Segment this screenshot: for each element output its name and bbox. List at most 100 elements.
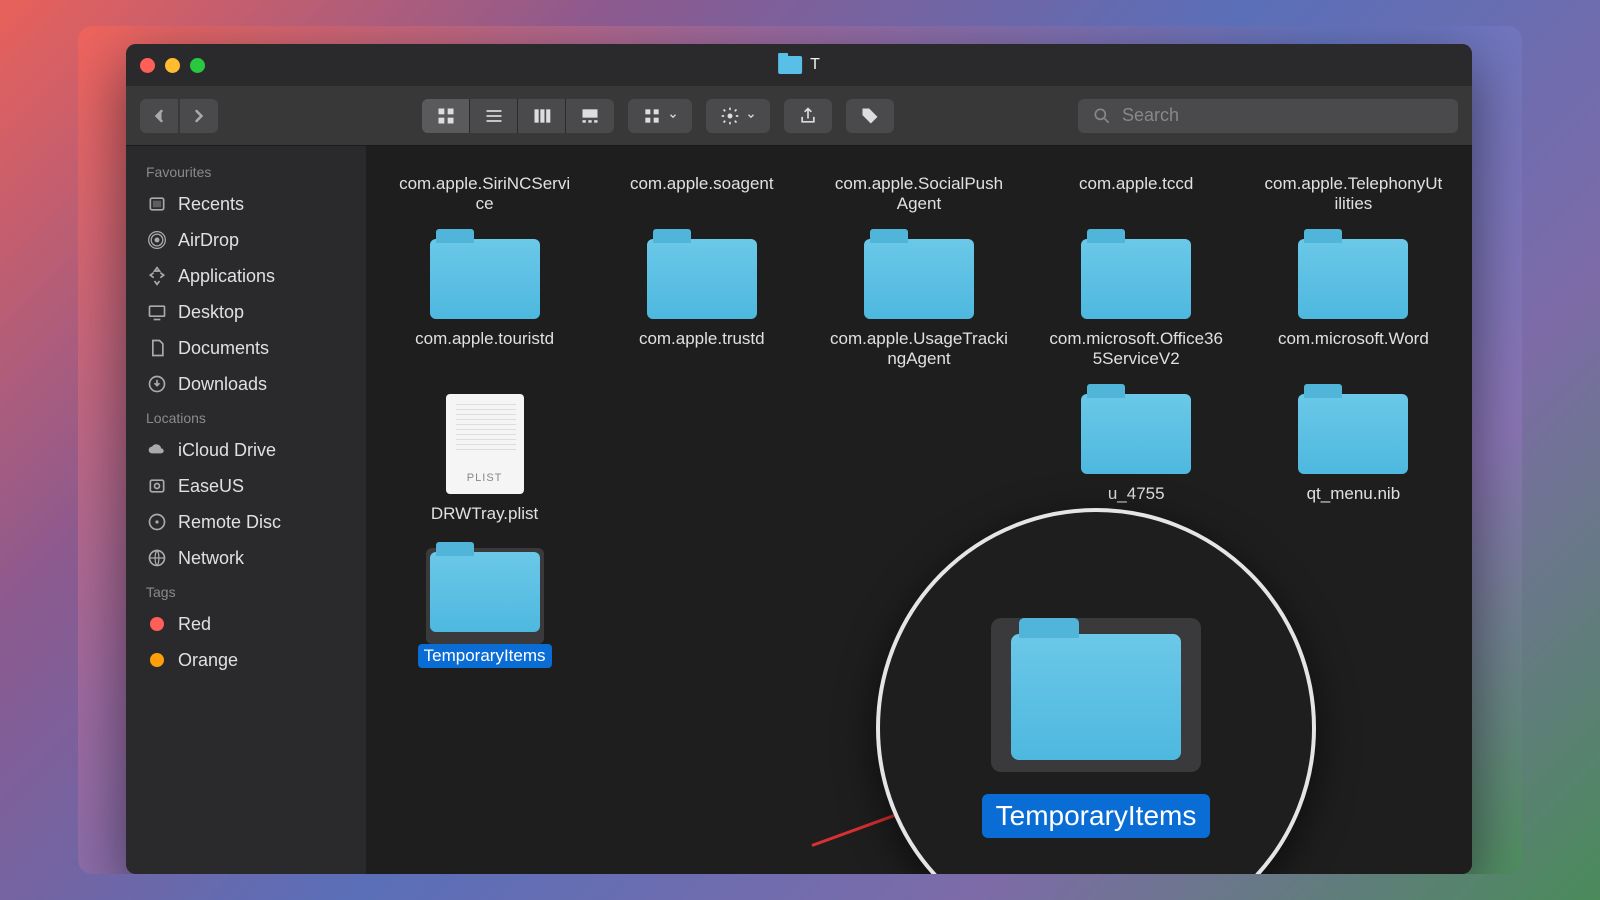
columns-icon <box>532 106 552 126</box>
list-icon <box>484 106 504 126</box>
file-label: com.apple.tccd <box>1073 172 1199 196</box>
sidebar-item-tag-red[interactable]: Red <box>126 606 366 642</box>
clock-icon <box>146 193 168 215</box>
sidebar-item-applications[interactable]: Applications <box>126 258 366 294</box>
file-item[interactable]: com.apple.soagent <box>597 166 806 223</box>
file-item[interactable]: com.apple.touristd <box>380 233 589 378</box>
folder-icon <box>778 56 802 74</box>
search-icon <box>1092 106 1112 126</box>
fullscreen-button[interactable] <box>190 58 205 73</box>
sidebar-item-label: Documents <box>178 338 269 359</box>
sidebar-item-remote-disc[interactable]: Remote Disc <box>126 504 366 540</box>
finder-window: T <box>126 44 1472 874</box>
airdrop-icon <box>146 229 168 251</box>
plist-icon <box>446 394 524 494</box>
desktop-icon <box>146 301 168 323</box>
file-item-plist[interactable]: DRWTray.plist <box>380 388 589 532</box>
disk-icon <box>146 475 168 497</box>
icon-view-button[interactable] <box>422 99 470 133</box>
sidebar-item-downloads[interactable]: Downloads <box>126 366 366 402</box>
gallery-icon <box>580 106 600 126</box>
file-label: com.microsoft.Office365ServiceV2 <box>1041 327 1231 372</box>
sidebar-item-airdrop[interactable]: AirDrop <box>126 222 366 258</box>
file-item[interactable]: com.apple.TelephonyUtilities <box>1249 166 1458 223</box>
titlebar: T <box>126 44 1472 86</box>
sidebar-item-easeus[interactable]: EaseUS <box>126 468 366 504</box>
file-label: com.apple.UsageTrackingAgent <box>824 327 1014 372</box>
file-item[interactable]: com.apple.SocialPushAgent <box>814 166 1023 223</box>
tag-icon <box>860 106 880 126</box>
sidebar-item-tag-orange[interactable]: Orange <box>126 642 366 678</box>
file-item-selected[interactable]: TemporaryItems <box>380 542 589 674</box>
close-button[interactable] <box>140 58 155 73</box>
file-label: u_4755 <box>1102 482 1171 506</box>
column-view-button[interactable] <box>518 99 566 133</box>
sidebar-item-documents[interactable]: Documents <box>126 330 366 366</box>
tag-red-icon <box>146 613 168 635</box>
network-icon <box>146 547 168 569</box>
sidebar-heading-favourites: Favourites <box>126 156 366 186</box>
search-input[interactable] <box>1122 105 1444 126</box>
grid-icon <box>436 106 456 126</box>
file-item[interactable]: com.apple.tccd <box>1032 166 1241 223</box>
sidebar-item-label: Recents <box>178 194 244 215</box>
apps-icon <box>146 265 168 287</box>
folder-icon <box>1298 239 1408 319</box>
folder-icon <box>430 239 540 319</box>
sidebar-item-label: iCloud Drive <box>178 440 276 461</box>
view-mode-buttons <box>422 99 614 133</box>
file-label: com.apple.touristd <box>409 327 560 351</box>
sidebar-item-label: AirDrop <box>178 230 239 251</box>
sidebar-item-label: Downloads <box>178 374 267 395</box>
sidebar-heading-locations: Locations <box>126 402 366 432</box>
folder-icon <box>1298 394 1408 474</box>
grid-small-icon <box>642 106 662 126</box>
file-item[interactable]: com.apple.SiriNCService <box>380 166 589 223</box>
downloads-icon <box>146 373 168 395</box>
sidebar-item-icloud[interactable]: iCloud Drive <box>126 432 366 468</box>
folder-icon <box>1081 394 1191 474</box>
sidebar-item-label: Red <box>178 614 211 635</box>
title-text: T <box>810 56 820 74</box>
share-button[interactable] <box>784 99 832 133</box>
folder-icon <box>430 552 540 632</box>
file-item[interactable]: qt_menu.nib <box>1249 388 1458 532</box>
forward-button[interactable] <box>180 99 218 133</box>
search-box[interactable] <box>1078 99 1458 133</box>
file-item[interactable]: com.apple.UsageTrackingAgent <box>814 233 1023 378</box>
gear-icon <box>720 106 740 126</box>
tag-orange-icon <box>146 649 168 671</box>
toolbar <box>126 86 1472 146</box>
file-label: com.apple.SocialPushAgent <box>824 172 1014 217</box>
file-label: com.apple.SiriNCService <box>390 172 580 217</box>
cloud-icon <box>146 439 168 461</box>
file-label: com.apple.trustd <box>633 327 771 351</box>
file-label: com.apple.soagent <box>624 172 780 196</box>
file-label: com.apple.TelephonyUtilities <box>1258 172 1448 217</box>
sidebar-item-label: Network <box>178 548 244 569</box>
file-item[interactable]: com.microsoft.Office365ServiceV2 <box>1032 233 1241 378</box>
arrange-button[interactable] <box>628 99 692 133</box>
sidebar-item-label: Desktop <box>178 302 244 323</box>
sidebar-item-network[interactable]: Network <box>126 540 366 576</box>
gallery-view-button[interactable] <box>566 99 614 133</box>
chevron-left-icon <box>149 106 169 126</box>
tags-button[interactable] <box>846 99 894 133</box>
back-button[interactable] <box>140 99 178 133</box>
file-item[interactable]: com.apple.trustd <box>597 233 806 378</box>
sidebar-item-desktop[interactable]: Desktop <box>126 294 366 330</box>
documents-icon <box>146 337 168 359</box>
minimize-button[interactable] <box>165 58 180 73</box>
folder-icon <box>647 239 757 319</box>
magnifier-label: TemporaryItems <box>982 794 1211 838</box>
folder-icon <box>1081 239 1191 319</box>
action-button[interactable] <box>706 99 770 133</box>
sidebar-item-label: Applications <box>178 266 275 287</box>
window-title: T <box>778 56 820 74</box>
content-area: com.apple.SiriNCService com.apple.soagen… <box>366 146 1472 874</box>
sidebar: Favourites Recents AirDrop Applications … <box>126 146 366 874</box>
file-item[interactable]: com.microsoft.Word <box>1249 233 1458 378</box>
file-label: DRWTray.plist <box>425 502 544 526</box>
list-view-button[interactable] <box>470 99 518 133</box>
sidebar-item-recents[interactable]: Recents <box>126 186 366 222</box>
